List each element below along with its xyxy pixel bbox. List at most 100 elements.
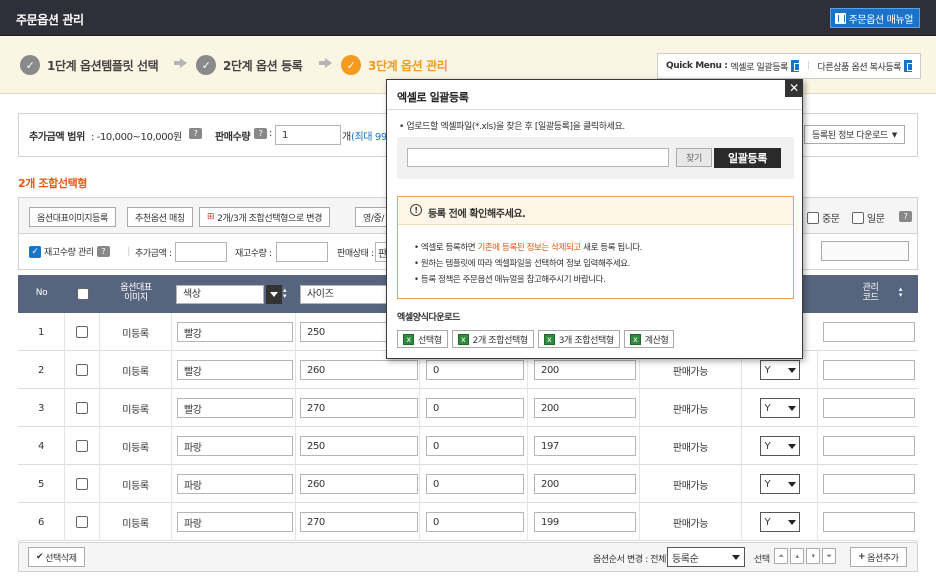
add-price-input[interactable]: 0: [426, 512, 524, 532]
excel-icon: x: [629, 333, 641, 345]
color-input[interactable]: 파랑: [177, 436, 293, 456]
mgmt-code-input[interactable]: [823, 474, 915, 494]
help-icon[interactable]: ?: [96, 246, 110, 257]
convert-label: 2개/3개 조합선택형으로 변경: [217, 213, 323, 224]
option2-name-input[interactable]: 사이즈: [300, 284, 390, 304]
row-checkbox[interactable]: [76, 440, 88, 452]
option1-name-input[interactable]: 색상: [176, 284, 264, 304]
sale-qty-input[interactable]: 1: [275, 125, 341, 145]
delete-selected-button[interactable]: ✔ 선택삭제: [28, 547, 85, 567]
chinese-checkbox[interactable]: [807, 211, 819, 224]
row-checkbox[interactable]: [76, 516, 88, 528]
add-price-input[interactable]: 0: [426, 398, 524, 418]
use-select[interactable]: Y: [759, 436, 800, 456]
table-icon: ⊞: [207, 212, 215, 222]
help-icon[interactable]: ?: [254, 128, 267, 139]
mgmt-code-input[interactable]: [823, 436, 915, 456]
col-select-all: [65, 275, 100, 313]
use-select[interactable]: Y: [759, 474, 800, 494]
select-all-checkbox[interactable]: [76, 288, 89, 300]
size-input[interactable]: 270: [300, 512, 418, 532]
bulk-apply-button[interactable]: [821, 241, 909, 261]
mgmt-code-input[interactable]: [823, 360, 915, 380]
help-icon[interactable]: ?: [189, 128, 202, 139]
stock-input[interactable]: 200: [534, 398, 636, 418]
color-input[interactable]: 빨강: [177, 360, 293, 380]
dropdown-icon[interactable]: [266, 284, 282, 304]
quick-excel-upload-link[interactable]: 엑셀로 일괄등록: [730, 60, 788, 73]
row-checkbox[interactable]: [76, 402, 88, 414]
option-image-register-button[interactable]: 옵션대표이미지등록: [29, 207, 116, 227]
download-3combo-button[interactable]: x 3개 조합선택형: [537, 330, 620, 348]
chinese-toggle[interactable]: 중문: [807, 210, 840, 225]
stock-qty-input[interactable]: [276, 242, 328, 262]
step-2: ✓ 2단계 옵션 등록: [196, 55, 303, 75]
arrow-right-icon: [174, 58, 187, 68]
stock-input[interactable]: 199: [534, 512, 636, 532]
download-2combo-button[interactable]: x 2개 조합선택형: [451, 330, 534, 348]
recommend-option-button[interactable]: 추천옵션 매칭: [127, 207, 193, 227]
table-row: 5 미등록 파랑 260 0 200 판매가능 Y: [18, 465, 918, 503]
find-file-button[interactable]: 찾기: [676, 148, 712, 167]
window-icon[interactable]: [791, 60, 802, 72]
mgmt-code-input[interactable]: [823, 398, 915, 418]
upload-area: 찾기 일괄등록: [397, 137, 794, 179]
stock-input[interactable]: 197: [534, 436, 636, 456]
quick-menu-label: Quick Menu :: [666, 61, 728, 71]
add-price-input[interactable]: 0: [426, 436, 524, 456]
add-option-button[interactable]: + 옵션추가: [850, 547, 907, 567]
size-input[interactable]: 260: [300, 360, 418, 380]
size-input[interactable]: 260: [300, 474, 418, 494]
use-select-value: Y: [764, 440, 771, 452]
color-input[interactable]: 파랑: [177, 474, 293, 494]
chevron-down-icon: [787, 405, 796, 411]
color-input[interactable]: 빨강: [177, 322, 293, 342]
stock-input[interactable]: 200: [534, 360, 636, 380]
move-down-icon[interactable]: ▾: [806, 548, 820, 564]
checked-checkbox-icon[interactable]: ✓: [29, 245, 41, 258]
japanese-checkbox[interactable]: [852, 211, 864, 224]
sale-qty-suffix: 개: [342, 132, 351, 143]
color-input[interactable]: 빨강: [177, 398, 293, 418]
manual-button[interactable]: 주문옵션 매뉴얼: [829, 8, 920, 28]
sort-icon[interactable]: ▴ ▾: [899, 285, 903, 298]
col-mgmt-code: 관리 코드 ▴ ▾: [823, 275, 918, 313]
row-checkbox[interactable]: [76, 326, 88, 338]
row-checkbox[interactable]: [76, 478, 88, 490]
stock-input[interactable]: 200: [534, 474, 636, 494]
move-bottom-icon[interactable]: ⏷: [822, 548, 836, 564]
stock-manage-toggle[interactable]: ✓ 재고수량 관리 ?: [29, 245, 110, 258]
close-icon[interactable]: ✕: [785, 79, 803, 97]
mgmt-code-input[interactable]: [823, 512, 915, 532]
size-input[interactable]: 250: [300, 436, 418, 456]
japanese-toggle[interactable]: 일문: [852, 210, 885, 225]
size-input[interactable]: 270: [300, 398, 418, 418]
move-up-icon[interactable]: ▴: [790, 548, 804, 564]
order-select[interactable]: 등록순: [667, 547, 745, 567]
bulk-upload-button[interactable]: 일괄등록: [714, 148, 781, 168]
convert-combination-button[interactable]: ⊞ 2개/3개 조합선택형으로 변경: [199, 207, 331, 227]
add-price-input[interactable]: 0: [426, 474, 524, 494]
use-select[interactable]: Y: [759, 512, 800, 532]
excel-upload-dialog: 엑셀로 일괄등록 ✕ • 업로드할 엑셀파일(*.xls)을 찾은 후 [일괄등…: [386, 79, 803, 359]
add-price-input[interactable]: [175, 242, 227, 262]
row-image-status: 미등록: [100, 503, 172, 541]
colon-text: :: [269, 128, 272, 139]
move-top-icon[interactable]: ⏶: [774, 548, 788, 564]
file-path-input[interactable]: [407, 148, 669, 167]
download-calc-button[interactable]: x 계산형: [623, 330, 675, 348]
color-input[interactable]: 파랑: [177, 512, 293, 532]
use-select[interactable]: Y: [759, 360, 800, 380]
mgmt-code-input[interactable]: [823, 322, 915, 342]
warning-highlight: 기존에 등록된 정보는 삭제되고: [477, 243, 581, 253]
sort-icon[interactable]: ▴ ▾: [283, 287, 287, 300]
step-1: ✓ 1단계 옵션템플릿 선택: [20, 55, 159, 75]
registered-info-download-button[interactable]: 등록된 정보 다운로드 ▼: [804, 125, 905, 144]
row-checkbox[interactable]: [76, 364, 88, 376]
help-icon[interactable]: ?: [899, 211, 912, 222]
quick-copy-option-link[interactable]: 다른상품 옵션 복사등록: [817, 60, 901, 73]
download-single-button[interactable]: x 선택형: [397, 330, 448, 348]
add-price-input[interactable]: 0: [426, 360, 524, 380]
use-select[interactable]: Y: [759, 398, 800, 418]
window-icon[interactable]: [904, 60, 915, 72]
